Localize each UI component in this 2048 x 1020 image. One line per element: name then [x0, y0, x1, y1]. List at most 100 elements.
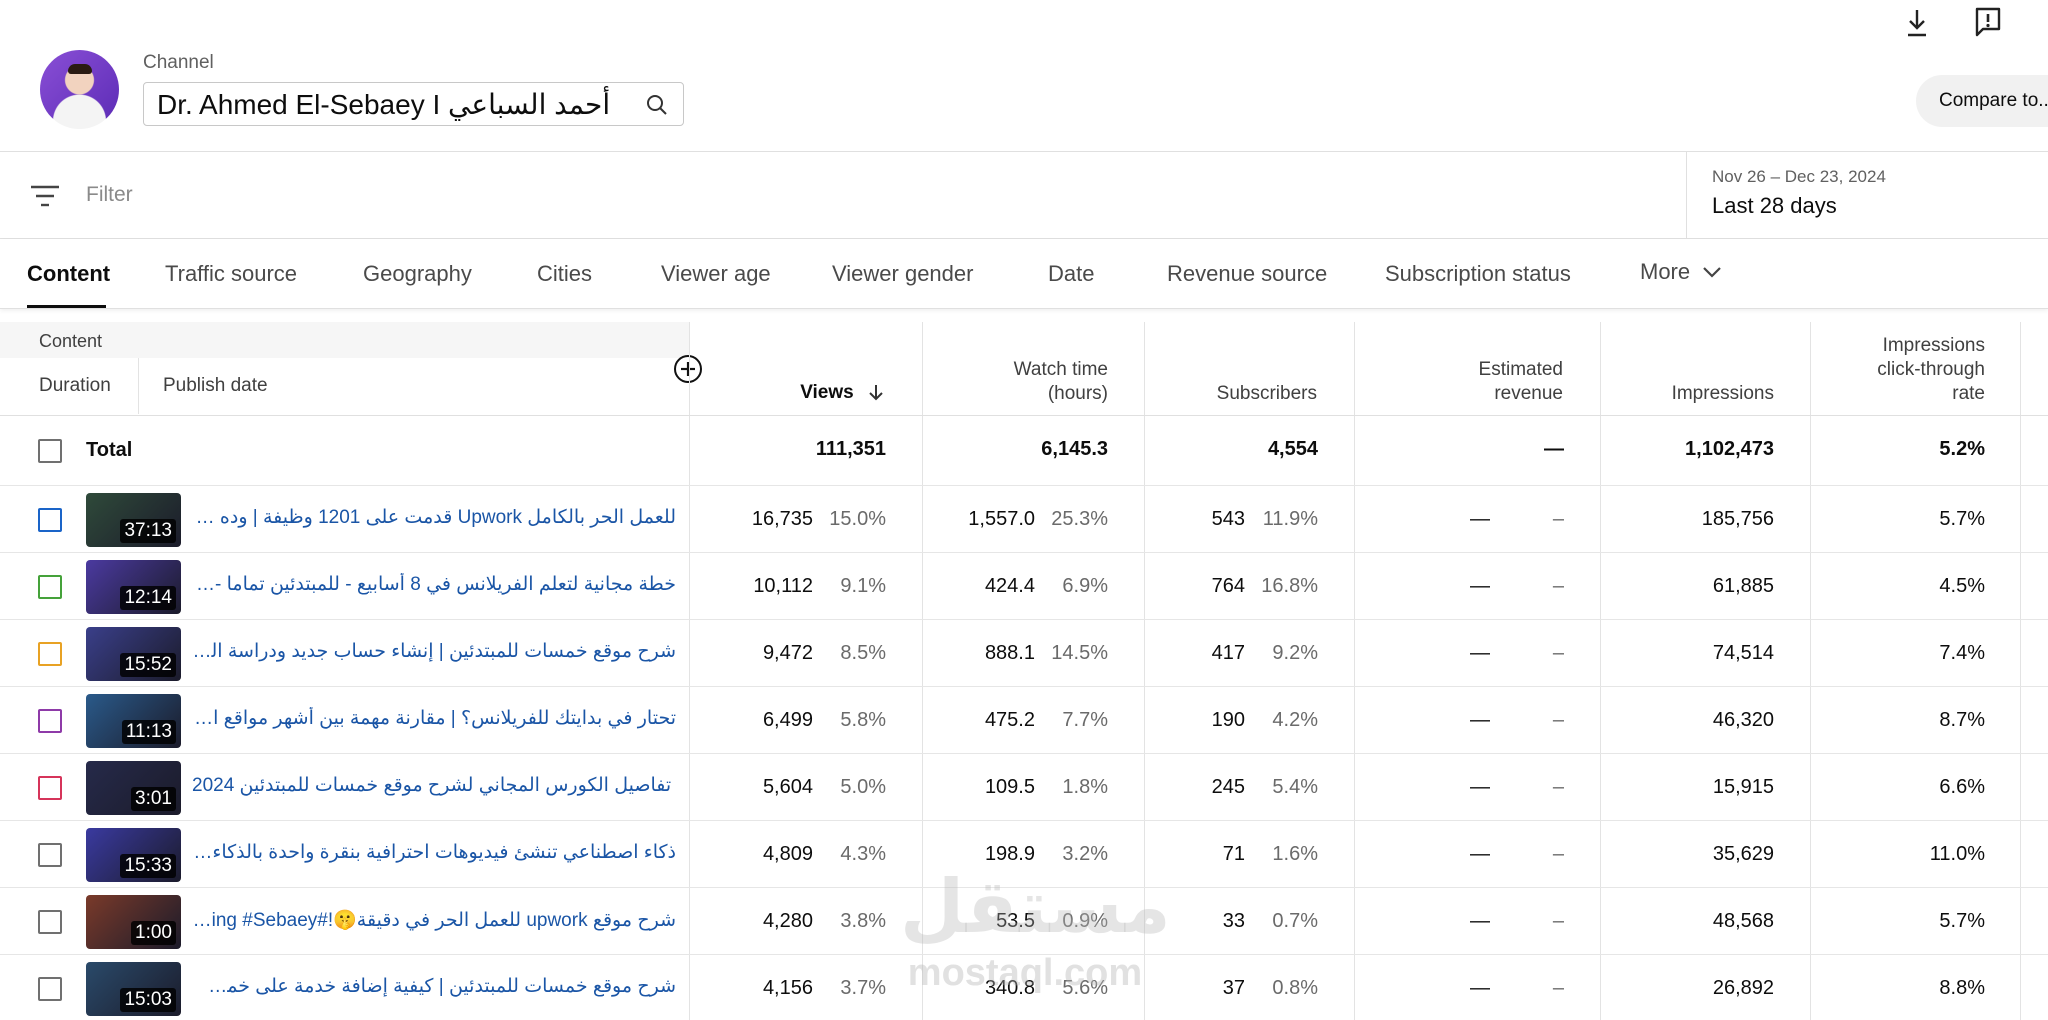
impressions-value: 185,756	[1701, 508, 1774, 530]
video-title[interactable]: للعمل الحر بالكامل Upwork قدمت على 1201 …	[192, 506, 676, 529]
total-impressions: 1,102,473	[1685, 438, 1774, 460]
ctr-value: 4.5%	[1939, 575, 1985, 597]
header-impressions[interactable]: Impressions	[1672, 382, 1774, 406]
video-title[interactable]: شرح موقع خمسات للمبتدئين | كيفية إضافة خ…	[192, 975, 676, 998]
table-row[interactable]: 12:14 خطة مجانية لتعلم الفريلانس في 8 أسا…	[0, 553, 2048, 620]
views-value: 9,472	[762, 642, 813, 664]
video-thumbnail[interactable]: 15:03	[86, 962, 181, 1016]
subscribers-percent: 4.2%	[1272, 709, 1318, 731]
watch-time-value: 475.2	[984, 709, 1035, 731]
row-checkbox[interactable]	[38, 575, 62, 599]
header-subscribers[interactable]: Subscribers	[1217, 382, 1317, 406]
views-value: 4,156	[762, 977, 813, 999]
header-views-label: Views	[800, 382, 854, 403]
video-duration: 37:13	[120, 519, 176, 543]
tab-geography[interactable]: Geography	[363, 261, 472, 287]
total-subscribers: 4,554	[1267, 438, 1318, 460]
revenue-percent: –	[1552, 642, 1564, 664]
tab-cities[interactable]: Cities	[537, 261, 592, 287]
header-ctr[interactable]: Impressions click-through rate	[1877, 334, 1985, 406]
tab-revenue-source[interactable]: Revenue source	[1167, 261, 1327, 287]
tab-more[interactable]: More	[1640, 259, 1722, 285]
row-checkbox[interactable]	[38, 709, 62, 733]
header-duration[interactable]: Duration	[39, 375, 111, 397]
video-thumbnail[interactable]: 1:00	[86, 895, 181, 949]
video-thumbnail[interactable]: 11:13	[86, 694, 181, 748]
search-icon[interactable]	[645, 93, 669, 117]
views-percent: 5.0%	[840, 776, 886, 798]
header-views[interactable]: Views	[800, 381, 885, 405]
row-checkbox[interactable]	[38, 642, 62, 666]
filter-icon[interactable]	[30, 183, 60, 209]
filter-input[interactable]: Filter	[86, 183, 133, 207]
video-duration: 11:13	[121, 720, 176, 744]
video-duration: 15:52	[120, 653, 176, 677]
subscribers-percent: 0.8%	[1272, 977, 1318, 999]
header-estimated-revenue[interactable]: Estimated revenue	[1479, 358, 1563, 406]
tab-date[interactable]: Date	[1048, 261, 1094, 287]
revenue-value: —	[1470, 642, 1490, 664]
ctr-value: 5.7%	[1939, 910, 1985, 932]
impressions-value: 48,568	[1712, 910, 1774, 932]
total-revenue: —	[1544, 438, 1564, 460]
revenue-percent: –	[1552, 977, 1564, 999]
video-thumbnail[interactable]: 15:33	[86, 828, 181, 882]
impressions-value: 46,320	[1712, 709, 1774, 731]
video-title[interactable]: شرح موقع خمسات للمبتدئين | إنشاء حساب جد…	[192, 640, 676, 663]
video-title[interactable]: تحتار في بدايتك للفريلانس؟ | مقارنة مهمة…	[192, 707, 676, 730]
video-title[interactable]: تفاصيل الكورس المجاني لشرح موقع خمسات لل…	[192, 774, 676, 797]
row-checkbox[interactable]	[38, 910, 62, 934]
subscribers-value: 37	[1222, 977, 1245, 999]
video-thumbnail[interactable]: 15:52	[86, 627, 181, 681]
subscribers-value: 190	[1211, 709, 1245, 731]
watch-time-percent: 6.9%	[1062, 575, 1108, 597]
watch-time-percent: 14.5%	[1051, 642, 1108, 664]
revenue-percent: –	[1552, 709, 1564, 731]
video-title[interactable]: ذكاء اصطناعي تنشئ فيديوهات احترافية بنقر…	[192, 841, 676, 864]
row-checkbox[interactable]	[38, 508, 62, 532]
revenue-value: —	[1470, 910, 1490, 932]
tab-traffic-source[interactable]: Traffic source	[165, 261, 297, 287]
views-percent: 15.0%	[829, 508, 886, 530]
revenue-value: —	[1470, 709, 1490, 731]
header-watch-time[interactable]: Watch time (hours)	[1014, 358, 1108, 406]
download-icon[interactable]	[1903, 6, 1931, 38]
video-thumbnail[interactable]: 37:13	[86, 493, 181, 547]
revenue-value: —	[1470, 575, 1490, 597]
feedback-icon[interactable]	[1973, 6, 2003, 38]
header-publish-date[interactable]: Publish date	[163, 375, 268, 397]
channel-selector[interactable]: Dr. Ahmed El-Sebaey I أحمد السباعي	[143, 82, 684, 126]
header-watch-time-line2: (hours)	[1047, 383, 1108, 404]
table-row[interactable]: 37:13 للعمل الحر بالكامل Upwork قدمت على …	[0, 486, 2048, 553]
video-thumbnail[interactable]: 3:01	[86, 761, 181, 815]
table-row[interactable]: 11:13 تحتار في بدايتك للفريلانس؟ | مقارنة…	[0, 687, 2048, 754]
ctr-value: 8.8%	[1939, 977, 1985, 999]
video-title[interactable]: شرح موقع upwork للعمل الحر في دقيقة🤫!#Fr…	[192, 908, 676, 932]
video-thumbnail[interactable]: 12:14	[86, 560, 181, 614]
subscribers-percent: 0.7%	[1272, 910, 1318, 932]
tab-viewer-gender[interactable]: Viewer gender	[832, 261, 973, 287]
table-row[interactable]: 3:01 تفاصيل الكورس المجاني لشرح موقع خمسا…	[0, 754, 2048, 821]
views-percent: 5.8%	[840, 709, 886, 731]
views-value: 10,112	[753, 575, 813, 597]
row-checkbox[interactable]	[38, 776, 62, 800]
add-column-icon[interactable]	[673, 354, 703, 384]
total-checkbox[interactable]	[38, 439, 62, 463]
video-title[interactable]: خطة مجانية لتعلم الفريلانس في 8 أسابيع -…	[192, 573, 676, 596]
row-checkbox[interactable]	[38, 843, 62, 867]
compare-button[interactable]: Compare to...	[1916, 75, 2048, 127]
views-value: 5,604	[762, 776, 813, 798]
header-content: Content	[39, 331, 103, 351]
tab-content[interactable]: Content	[27, 261, 110, 287]
ctr-value: 6.6%	[1939, 776, 1985, 798]
tab-viewer-age[interactable]: Viewer age	[661, 261, 771, 287]
video-duration: 3:01	[131, 787, 176, 811]
impressions-value: 26,892	[1712, 977, 1774, 999]
revenue-value: —	[1470, 977, 1490, 999]
date-range-picker[interactable]: Nov 26 – Dec 23, 2024 Last 28 days	[1686, 152, 2048, 239]
tab-subscription-status[interactable]: Subscription status	[1385, 261, 1571, 287]
header-revenue-line1: Estimated	[1478, 359, 1563, 380]
table-row[interactable]: 15:52 شرح موقع خمسات للمبتدئين | إنشاء حس…	[0, 620, 2048, 687]
row-checkbox[interactable]	[38, 977, 62, 1001]
total-watch-time: 6,145.3	[1041, 438, 1108, 460]
